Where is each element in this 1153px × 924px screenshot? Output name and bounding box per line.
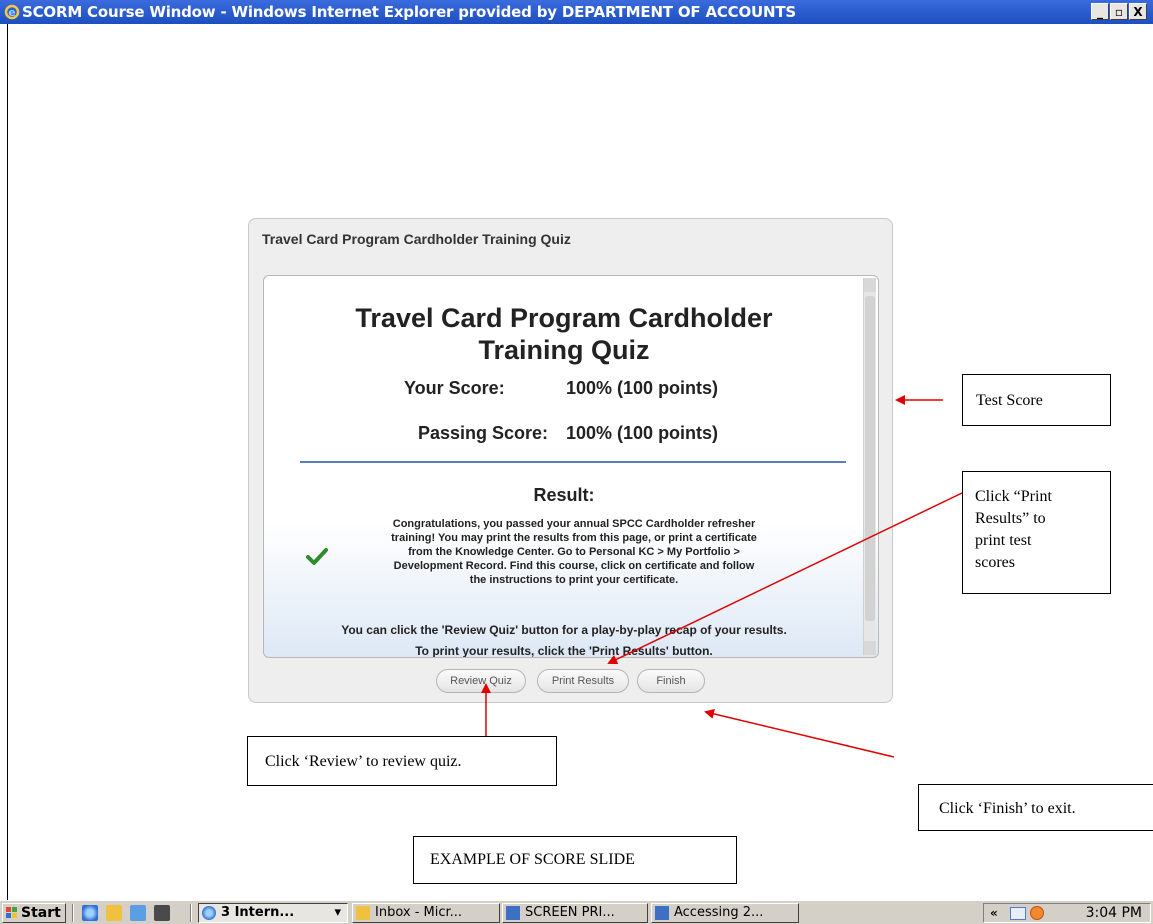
outlook-quicklaunch-icon[interactable] xyxy=(106,905,122,921)
ie-icon xyxy=(202,906,216,920)
mail-icon[interactable] xyxy=(1010,907,1026,920)
task-accessing[interactable]: Accessing 2... xyxy=(651,903,799,923)
windows-flag-icon xyxy=(6,907,17,918)
desktop-quicklaunch-icon[interactable] xyxy=(130,905,146,921)
task-screen-print[interactable]: SCREEN PRI... xyxy=(502,903,648,923)
start-label: Start xyxy=(21,905,61,921)
task-label: 3 Intern... xyxy=(221,905,295,920)
arrow-finish xyxy=(704,708,895,758)
clock-alert-icon[interactable] xyxy=(1030,906,1044,920)
task-internet-explorer[interactable]: 3 Intern... ▾ xyxy=(198,903,348,923)
annotation-arrows xyxy=(481,395,963,758)
taskbar: Start 3 Intern... ▾ Inbox - Micr... SCRE… xyxy=(0,900,1153,924)
chevron-down-icon: ▾ xyxy=(334,905,341,920)
task-label: Accessing 2... xyxy=(674,905,764,920)
taskbar-separator xyxy=(190,904,192,922)
task-label: Inbox - Micr... xyxy=(375,905,463,920)
task-inbox[interactable]: Inbox - Micr... xyxy=(352,903,500,923)
show-hidden-icons-button[interactable]: « xyxy=(990,904,998,922)
taskbar-separator xyxy=(72,904,74,922)
outlook-icon xyxy=(356,906,370,920)
system-tray: « 3:04 PM xyxy=(983,903,1151,923)
computer-quicklaunch-icon[interactable] xyxy=(154,905,170,921)
word-icon xyxy=(506,906,520,920)
taskbar-clock[interactable]: 3:04 PM xyxy=(1086,904,1142,922)
ie-quicklaunch-icon[interactable] xyxy=(82,905,98,921)
task-label: SCREEN PRI... xyxy=(525,905,615,920)
arrow-print-results xyxy=(607,492,963,665)
start-button[interactable]: Start xyxy=(2,903,66,923)
word-icon xyxy=(655,906,669,920)
